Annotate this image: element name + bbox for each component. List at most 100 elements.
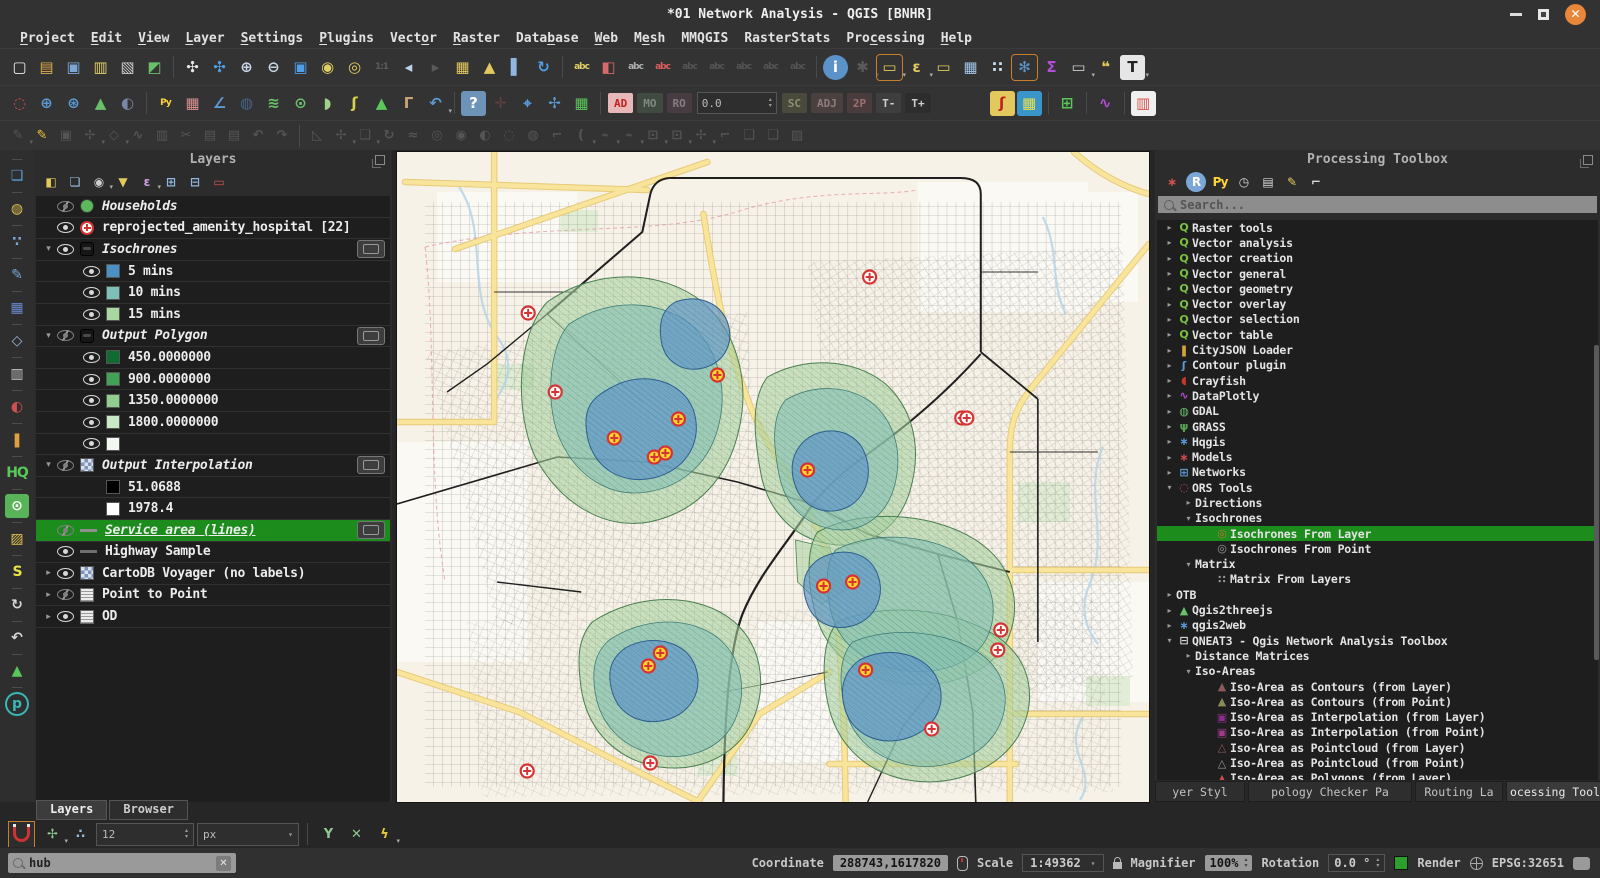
minimize-button[interactable] [1510, 13, 1522, 16]
expander-icon[interactable]: ▸ [1182, 651, 1195, 660]
profile-tool-icon[interactable]: ∠ [207, 91, 232, 116]
visibility-eye-icon[interactable] [83, 352, 100, 363]
zoom-to-layer-icon[interactable]: ◎ [342, 55, 367, 80]
sc-button[interactable]: SC [782, 93, 807, 113]
pointsampler-plugin-icon[interactable]: p [5, 692, 29, 716]
layer-item[interactable]: 450.0000000 [36, 347, 390, 369]
expander-icon[interactable]: ▸ [1163, 238, 1176, 247]
spatial-bookmarks-icon[interactable]: ▌ [504, 55, 529, 80]
expander-icon[interactable]: ▸ [1163, 254, 1176, 263]
layer-item[interactable]: ▸OD [36, 606, 390, 628]
algorithm-item[interactable]: ▾Iso-Areas [1157, 664, 1598, 679]
menu-vector[interactable]: Vector [382, 31, 445, 46]
visibility-eye-icon[interactable] [83, 438, 100, 449]
split-features-icon[interactable]: ⌁▾ [594, 125, 616, 147]
algorithm-item[interactable]: ▲Iso-Area as Polygons (from Layer) [1157, 771, 1598, 780]
self-snapping-icon[interactable]: ∴ [69, 823, 92, 846]
expander-icon[interactable]: ▾ [1163, 483, 1176, 492]
deselect-features-icon[interactable]: ▭ [931, 55, 956, 80]
menu-raster[interactable]: Raster [445, 31, 508, 46]
algorithm-item[interactable]: ◎Isochrones From Layer [1157, 526, 1598, 541]
undo-icon[interactable]: ↶ [247, 125, 269, 147]
gdrive-plugin-icon[interactable]: ▲ [5, 659, 29, 683]
expander-icon[interactable]: ▾ [42, 460, 55, 470]
chart-plugin-icon[interactable]: ❚ [5, 428, 29, 452]
globe-view-icon[interactable]: ◍ [234, 91, 259, 116]
algorithm-item[interactable]: ▾◌ORS Tools [1157, 480, 1598, 495]
stream-digitize-icon[interactable]: ∿ [127, 125, 149, 147]
pan-map-icon[interactable]: ✣ [180, 55, 205, 80]
digitize-shape-icon[interactable]: ◇▾ [103, 125, 125, 147]
simplify-feature-icon[interactable]: ≈ [402, 125, 424, 147]
copy-move-feature-icon[interactable]: ❏▾ [354, 125, 376, 147]
menu-mmqgis[interactable]: MMQGIS [673, 31, 736, 46]
collapse-all-icon[interactable]: ⊟ [185, 172, 205, 192]
quill-plugin-icon[interactable]: ✎ [5, 263, 29, 287]
reshape-features-icon[interactable]: ⌐ [546, 125, 568, 147]
layer-item[interactable]: ▾Output Interpolation [36, 455, 390, 477]
hqgis-icon[interactable]: HQ [5, 461, 29, 485]
fill-ring-icon[interactable]: ◐ [474, 125, 496, 147]
layer-item[interactable] [36, 434, 390, 456]
locator-search-input[interactable]: hub ✕ [8, 853, 236, 873]
offset-point-symbols-icon[interactable]: ❏ [762, 125, 784, 147]
algorithm-item[interactable]: ▸∿DataPlotly [1157, 388, 1598, 403]
algorithm-item[interactable]: △Iso-Area as Pointcloud (from Point) [1157, 755, 1598, 770]
visibility-eye-icon[interactable] [57, 568, 74, 579]
layer-search-icon[interactable]: ⊙ [5, 494, 29, 518]
history-icon[interactable]: ◷ [1234, 172, 1254, 192]
expander-icon[interactable]: ▸ [1163, 391, 1176, 400]
terrain-shading-icon[interactable]: ▲ [369, 91, 394, 116]
points-plugin-icon[interactable]: ∵ [5, 230, 29, 254]
filter-legend-icon[interactable]: ▼ [113, 172, 133, 192]
search-globe-icon[interactable]: ◐ [115, 91, 140, 116]
layer-item[interactable]: 1800.0000000 [36, 412, 390, 434]
algorithm-item[interactable]: ▸Directions [1157, 495, 1598, 510]
expander-icon[interactable]: ▸ [1163, 376, 1176, 385]
rotate-label-icon[interactable]: abc [731, 55, 756, 80]
algorithm-item[interactable]: ▸❚CityJSON Loader [1157, 342, 1598, 357]
zoom-last-icon[interactable]: ◂ [396, 55, 421, 80]
layer-item[interactable]: Households [36, 196, 390, 218]
algorithm-item[interactable]: ▸QVector table [1157, 327, 1598, 342]
cut-features-icon[interactable]: ✂ [175, 125, 197, 147]
sld4raster-icon[interactable]: ▦ [1017, 91, 1042, 116]
rotation-input[interactable]: 0.0 ° ▴▾ [1328, 854, 1385, 872]
current-edits-icon[interactable]: ✎▾ [7, 125, 29, 147]
layer-item[interactable]: Highway Sample [36, 542, 390, 564]
rotate-feature-icon[interactable]: ↻ [378, 125, 400, 147]
layer-labeling-icon[interactable]: abc [569, 55, 594, 80]
tab-browser[interactable]: Browser [109, 800, 188, 820]
visibility-eye-icon[interactable] [83, 266, 100, 277]
merge-attributes-icon[interactable]: ⊡▾ [666, 125, 688, 147]
angle-input[interactable]: 0.0▴▾ [697, 92, 777, 114]
expander-icon[interactable]: ▸ [1163, 422, 1176, 431]
algorithm-item[interactable]: ▲Iso-Area as Contours (from Layer) [1157, 679, 1598, 694]
reload-table-icon[interactable]: ▦ [569, 91, 594, 116]
expander-icon[interactable]: ▸ [1163, 361, 1176, 370]
menu-rasterstats[interactable]: RasterStats [736, 31, 838, 46]
legend-widget-button[interactable] [357, 456, 385, 474]
menu-processing[interactable]: Processing [838, 31, 932, 46]
algorithm-item[interactable]: ▸◍GDAL [1157, 404, 1598, 419]
options-icon[interactable]: ⌐ [1306, 172, 1326, 192]
snap-on-intersection-icon[interactable]: ϟ▾ [373, 823, 396, 846]
contour-plugin-icon[interactable]: ʃ [990, 91, 1015, 116]
legend-widget-button[interactable] [357, 240, 385, 258]
snapping-intersection-icon[interactable]: ✕ [345, 823, 368, 846]
expander-icon[interactable]: ▸ [1163, 346, 1176, 355]
algorithm-item[interactable]: ▸QVector general [1157, 266, 1598, 281]
visibility-eye-icon[interactable] [57, 201, 74, 212]
new-map-view-icon[interactable]: ▦ [450, 55, 475, 80]
build-hammer-icon[interactable]: Γ [396, 91, 421, 116]
add-part-icon[interactable]: ◉ [450, 125, 472, 147]
highlight-pinned-labels-icon[interactable]: abc [650, 55, 675, 80]
pan-to-selection-icon[interactable]: ✣ [207, 55, 232, 80]
spin-arrows[interactable]: ▴▾ [769, 97, 772, 109]
expander-icon[interactable]: ▸ [1163, 223, 1176, 232]
delete-ring-icon[interactable]: ◌ [498, 125, 520, 147]
qgis2threejs-icon[interactable]: ▲ [88, 91, 113, 116]
new-project-icon[interactable]: ▢ [7, 55, 32, 80]
expander-icon[interactable]: ▾ [42, 244, 55, 254]
algorithm-item[interactable]: ▸Distance Matrices [1157, 648, 1598, 663]
